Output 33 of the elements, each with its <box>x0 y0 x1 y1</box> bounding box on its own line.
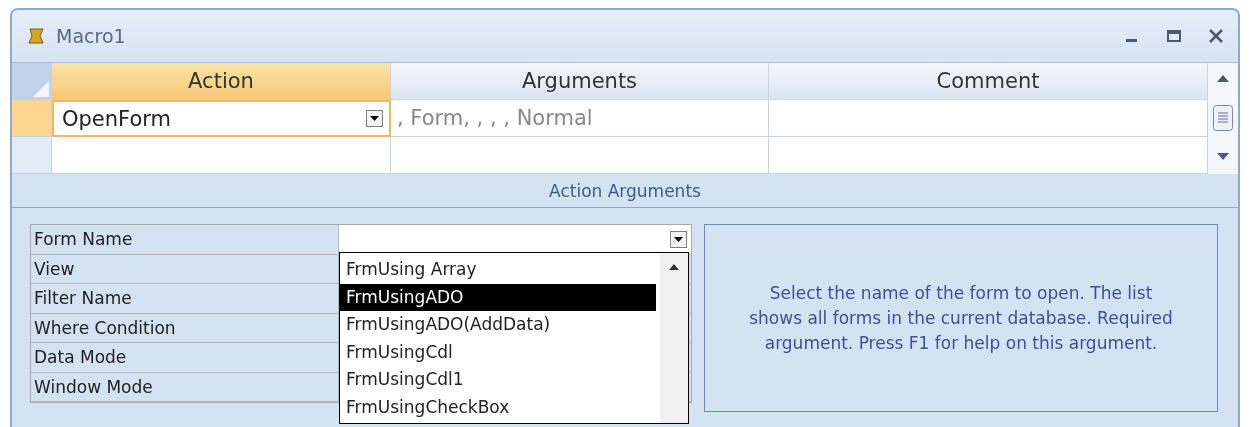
vertical-scrollbar[interactable] <box>1208 63 1238 174</box>
scroll-up-icon[interactable] <box>1216 73 1230 83</box>
list-item[interactable]: FrmUsingCheckBox <box>340 393 656 421</box>
list-item[interactable]: FrmUsingADO(AddData) <box>340 311 656 339</box>
help-text: Select the name of the form to open. The list shows all forms in the current database. Required argument. Press F1 for help on this argument. <box>748 281 1174 355</box>
list-scrollbar[interactable] <box>660 253 688 423</box>
property-label: Form Name <box>31 225 339 255</box>
action-field[interactable]: OpenForm <box>52 100 391 137</box>
list-item[interactable]: FrmUsingCdl1 <box>340 366 656 394</box>
dropdown-button[interactable] <box>366 110 383 127</box>
property-label: Where Condition <box>31 313 339 343</box>
column-header[interactable]: Comment <box>769 63 1208 100</box>
triangle-icon <box>31 79 51 99</box>
list-item[interactable]: FrmUsingCdl <box>340 338 656 366</box>
property-label: Filter Name <box>31 284 339 314</box>
window-title: Macro1 <box>56 25 126 47</box>
property-label: View <box>31 254 339 284</box>
action-value: OpenForm <box>62 106 171 131</box>
scroll-thumb-icon[interactable] <box>1213 104 1233 131</box>
arguments-text: , Form, , , , Normal <box>397 106 593 130</box>
column-header[interactable]: Arguments <box>391 63 769 100</box>
scroll-up-icon[interactable] <box>669 263 679 270</box>
property-label: Window Mode <box>31 372 339 402</box>
scroll-icon <box>26 27 46 45</box>
list-item[interactable]: FrmUsing Array <box>340 256 656 284</box>
column-header[interactable]: Action <box>52 63 391 100</box>
maximize-icon[interactable] <box>1166 28 1182 44</box>
close-icon[interactable] <box>1208 28 1224 44</box>
list-item[interactable]: FrmUsingADO <box>340 283 656 311</box>
section-title: Action Arguments <box>12 176 1238 208</box>
scroll-down-icon[interactable] <box>1216 152 1230 162</box>
dropdown-button[interactable] <box>670 230 687 248</box>
property-label: Data Mode <box>31 343 339 373</box>
